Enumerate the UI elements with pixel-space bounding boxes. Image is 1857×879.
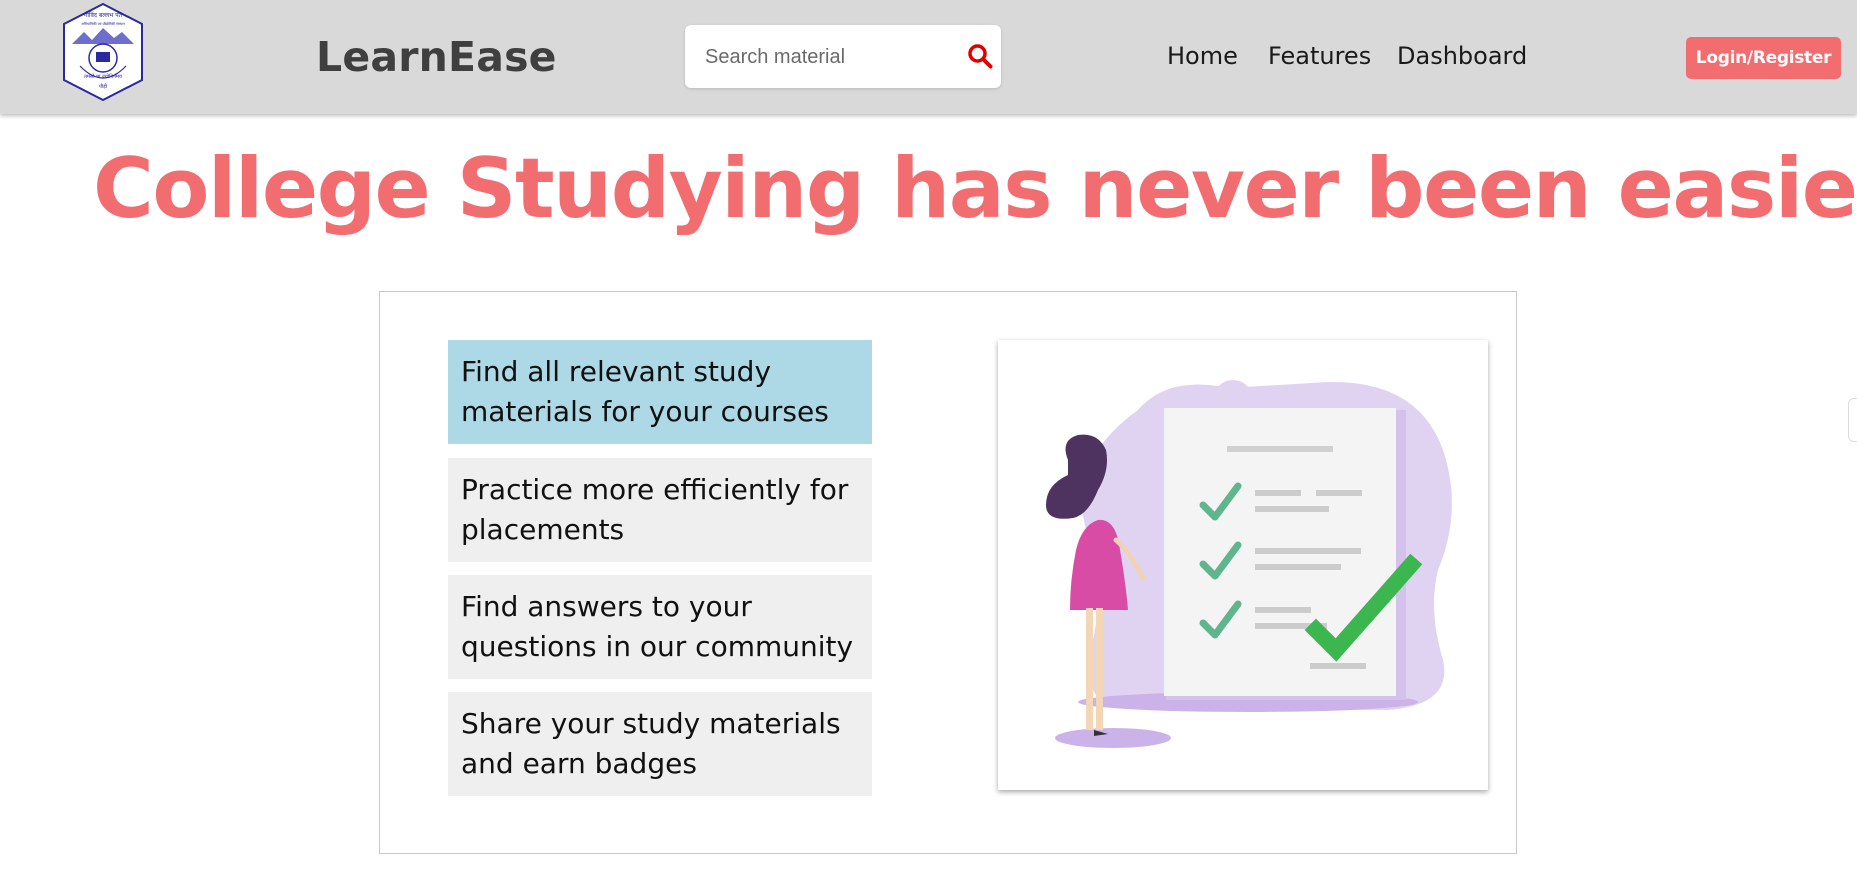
side-scroll-tab[interactable] [1848, 398, 1857, 442]
top-navbar: गोविंद बल्लभ पंत अभियांत्रिकी एवं प्रौद्… [0, 0, 1857, 114]
checklist-illustration-icon [998, 340, 1488, 790]
hero-title: College Studying has never been easier [93, 140, 1857, 237]
college-emblem-icon[interactable]: गोविंद बल्लभ पंत अभियांत्रिकी एवं प्रौद्… [58, 2, 148, 102]
feature-item-share-materials[interactable]: Share your study materials and earn badg… [448, 692, 872, 796]
brand-name[interactable]: LearnEase [316, 33, 557, 81]
features-card: Find all relevant study materials for yo… [379, 291, 1517, 854]
nav-link-dashboard[interactable]: Dashboard [1397, 42, 1527, 70]
search-bar [685, 25, 1001, 88]
feature-item-study-materials[interactable]: Find all relevant study materials for yo… [448, 340, 872, 444]
emblem-text-4: पौड़ी [99, 83, 108, 90]
feature-item-community[interactable]: Find answers to your questions in our co… [448, 575, 872, 679]
emblem-text-3: तमसो मा ज्योतिर्गमय [84, 73, 122, 80]
nav-link-home[interactable]: Home [1167, 42, 1238, 70]
login-register-button[interactable]: Login/Register [1686, 37, 1841, 79]
nav-link-features[interactable]: Features [1268, 42, 1371, 70]
emblem-text-2: अभियांत्रिकी एवं प्रौद्योगिकी संस्थान [81, 21, 125, 26]
feature-item-placements[interactable]: Practice more efficiently for placements [448, 458, 872, 562]
search-icon[interactable] [967, 43, 993, 69]
search-input[interactable] [703, 39, 947, 75]
emblem-text-1: गोविंद बल्लभ पंत [84, 11, 123, 19]
